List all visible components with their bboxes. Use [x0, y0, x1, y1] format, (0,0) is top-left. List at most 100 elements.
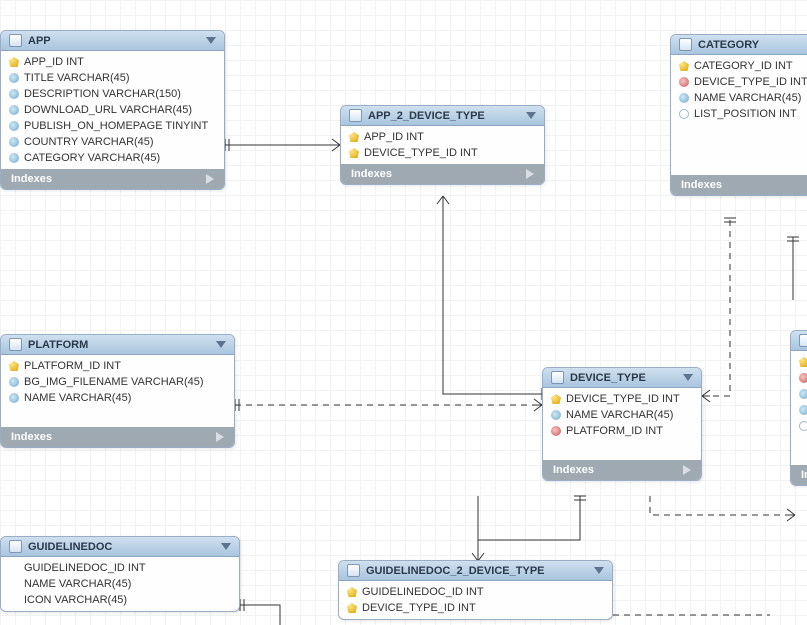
entity-header[interactable]: GUIDELINEDOC_2_DEVICE_TYPE: [339, 561, 612, 581]
entity-gd2dt[interactable]: GUIDELINEDOC_2_DEVICE_TYPE GUIDELINEDOC_I…: [338, 560, 613, 620]
column-row[interactable]: DEVICE_TYPE_ID INT: [671, 74, 807, 90]
column-row[interactable]: DESCRIPTION VARCHAR(150): [1, 86, 224, 102]
key-col-icon: [9, 137, 19, 147]
column-row[interactable]: CATEGORY_ID INT: [671, 58, 807, 74]
entity-app[interactable]: APP APP_ID INT TITLE VARCHAR(45) DESCRIPTIO…: [0, 30, 225, 190]
column-name: NAME VARCHAR(45): [24, 578, 131, 590]
key-pk-icon: [347, 587, 357, 597]
key-col-icon: [9, 105, 19, 115]
column-row[interactable]: ICON VARCHAR(45): [1, 592, 239, 608]
column-name: PLATFORM_ID INT: [24, 360, 121, 372]
column-name: PLATFORM_ID INT: [566, 425, 663, 437]
column-row[interactable]: APP_ID INT: [1, 54, 224, 70]
key-fk-icon: [679, 77, 689, 87]
column-row[interactable]: PUBLISH_ON_HOMEPAGE TINYINT: [1, 118, 224, 134]
column-row[interactable]: GUIDELINEDOC_ID INT: [1, 560, 239, 576]
entity-devicetype[interactable]: DEVICE_TYPE DEVICE_TYPE_ID INT NAME VARCHA…: [542, 367, 702, 481]
table-icon: [551, 371, 564, 384]
column-row[interactable]: DEVICE_TYPE_ID INT: [341, 145, 544, 161]
column-row[interactable]: LIST_POSITION INT: [671, 106, 807, 122]
entity-header[interactable]: APP: [1, 31, 224, 51]
column-row[interactable]: DEVICE_TYPE_ID INT: [339, 600, 612, 616]
column-row[interactable]: TITLE VARCHAR(45): [1, 70, 224, 86]
entity-category[interactable]: CATEGORY CATEGORY_ID INTDEVICE_TYPE_ID IN…: [670, 34, 807, 196]
column-row[interactable]: BG_IMG_FILENAME VARCHAR(45): [1, 374, 234, 390]
entity-app2dt[interactable]: APP_2_DEVICE_TYPE APP_ID INT DEVICE_TYPE_I…: [340, 105, 545, 185]
column-name: CATEGORY VARCHAR(45): [24, 152, 160, 164]
column-row[interactable]: NAME VARCHAR(45): [671, 90, 807, 106]
entity-platform[interactable]: PLATFORM PLATFORM_ID INT BG_IMG_FILENAME V…: [0, 334, 235, 448]
key-pk-icon: [9, 57, 19, 67]
indexes-label: Indexes: [351, 168, 392, 180]
entity-guidelinedoc[interactable]: GUIDELINEDOC GUIDELINEDOC_ID INT NAME VARC…: [0, 536, 240, 612]
chevron-down-icon[interactable]: [683, 374, 693, 381]
column-row[interactable]: I: [791, 354, 807, 370]
key-col-icon: [9, 121, 19, 131]
column-name: GUIDELINEDOC_ID INT: [362, 586, 484, 598]
column-row[interactable]: C: [791, 418, 807, 434]
chevron-down-icon[interactable]: [206, 37, 216, 44]
column-row[interactable]: COUNTRY VARCHAR(45): [1, 134, 224, 150]
column-row[interactable]: NAME VARCHAR(45): [543, 407, 701, 423]
entity-header[interactable]: APP_2_DEVICE_TYPE: [341, 106, 544, 126]
key-pk-icon: [349, 148, 359, 158]
chevron-down-icon[interactable]: [594, 567, 604, 574]
column-name: DESCRIPTION VARCHAR(150): [24, 88, 181, 100]
play-icon: [206, 174, 214, 184]
column-row[interactable]: N: [791, 386, 807, 402]
column-name: APP_ID INT: [364, 131, 424, 143]
entity-header[interactable]: PLATFORM: [1, 335, 234, 355]
table-icon: [679, 38, 692, 51]
key-pk-icon: [551, 394, 561, 404]
column-row[interactable]: PLATFORM_ID INT: [543, 423, 701, 439]
key-empty-icon: [679, 109, 689, 119]
indexes-footer[interactable]: Indexes: [1, 427, 234, 447]
indexes-footer[interactable]: Indexes: [1, 169, 224, 189]
column-list: ICNIC: [791, 351, 807, 437]
play-icon: [216, 432, 224, 442]
column-row[interactable]: NAME VARCHAR(45): [1, 390, 234, 406]
column-list: APP_ID INT TITLE VARCHAR(45) DESCRIPTION V…: [1, 51, 224, 169]
indexes-footer[interactable]: Indexes: [671, 175, 807, 195]
column-name: NAME VARCHAR(45): [566, 409, 673, 421]
entity-title: APP: [28, 35, 51, 47]
column-list: DEVICE_TYPE_ID INT NAME VARCHAR(45) PLATFO…: [543, 388, 701, 442]
column-row[interactable]: DEVICE_TYPE_ID INT: [543, 391, 701, 407]
column-row[interactable]: NAME VARCHAR(45): [1, 576, 239, 592]
column-row[interactable]: GUIDELINEDOC_ID INT: [339, 584, 612, 600]
indexes-label: Indexes: [681, 179, 722, 191]
column-name: DEVICE_TYPE_ID INT: [364, 147, 478, 159]
chevron-down-icon[interactable]: [526, 112, 536, 119]
chevron-down-icon[interactable]: [216, 341, 226, 348]
column-row[interactable]: C: [791, 370, 807, 386]
column-row[interactable]: APP_ID INT: [341, 129, 544, 145]
column-name: TITLE VARCHAR(45): [24, 72, 130, 84]
column-row[interactable]: I: [791, 402, 807, 418]
key-col-icon: [9, 377, 19, 387]
key-empty-icon: [799, 421, 807, 431]
key-col-icon: [9, 393, 19, 403]
column-row[interactable]: PLATFORM_ID INT: [1, 358, 234, 374]
column-list: PLATFORM_ID INT BG_IMG_FILENAME VARCHAR(4…: [1, 355, 234, 409]
entity-title: PLATFORM: [28, 339, 88, 351]
column-row[interactable]: DOWNLOAD_URL VARCHAR(45): [1, 102, 224, 118]
column-row[interactable]: CATEGORY VARCHAR(45): [1, 150, 224, 166]
indexes-footer[interactable]: Indexes: [341, 164, 544, 184]
column-name: GUIDELINEDOC_ID INT: [24, 562, 146, 574]
indexes-footer[interactable]: Indexes: [543, 460, 701, 480]
table-icon: [9, 338, 22, 351]
key-pk-icon: [9, 361, 19, 371]
er-canvas[interactable]: APP APP_ID INT TITLE VARCHAR(45) DESCRIPTIO…: [0, 0, 807, 625]
entity-header[interactable]: CATEGORY: [671, 35, 807, 55]
chevron-down-icon[interactable]: [221, 543, 231, 550]
entity-header[interactable]: GUIDELINEDOC: [1, 537, 239, 557]
key-col-icon: [551, 410, 561, 420]
indexes-footer[interactable]: Indexes: [791, 465, 807, 485]
entity-header[interactable]: [791, 331, 807, 351]
entity-header[interactable]: DEVICE_TYPE: [543, 368, 701, 388]
entity-title: GUIDELINEDOC: [28, 541, 112, 553]
key-col-icon: [799, 405, 807, 415]
column-name: NAME VARCHAR(45): [694, 92, 801, 104]
table-icon: [347, 564, 360, 577]
entity-ent_partial[interactable]: ICNICIndexes: [790, 330, 807, 486]
